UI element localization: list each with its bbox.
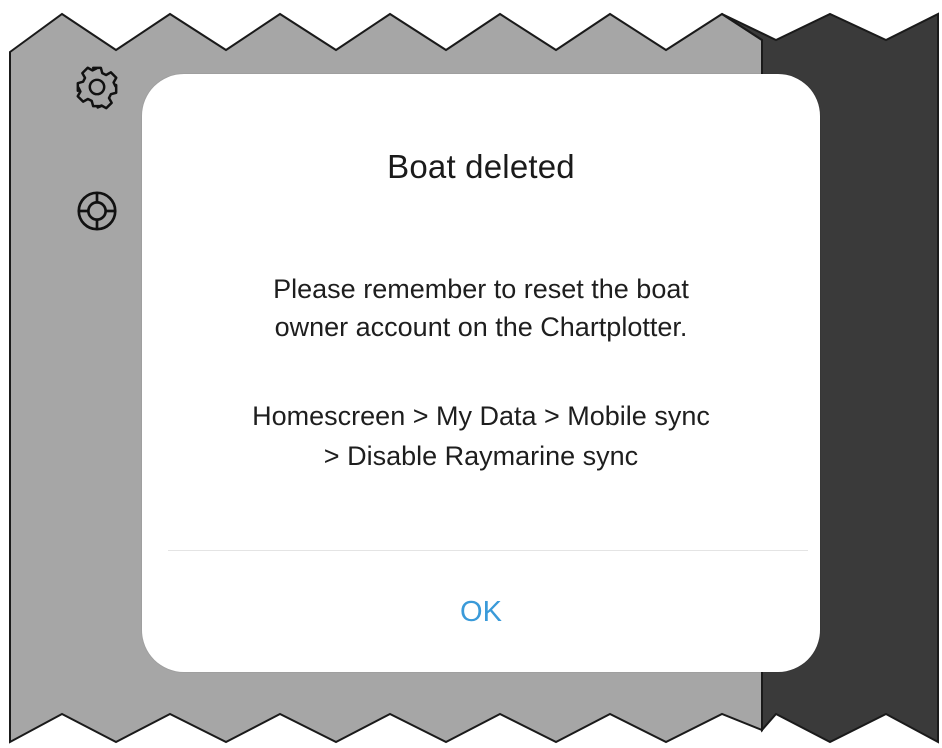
dialog-title: Boat deleted: [387, 148, 575, 185]
ok-button[interactable]: OK: [142, 552, 820, 672]
dialog-message-line-2: owner account on the Chartplotter.: [274, 312, 688, 342]
alert-dialog: Boat deleted Please remember to reset th…: [142, 74, 820, 672]
dialog-path-line-1: Homescreen > My Data > Mobile sync: [252, 401, 710, 431]
dialog-message-line-1: Please remember to reset the boat: [273, 274, 689, 304]
dialog-divider: [168, 550, 808, 551]
dialog-message: Please remember to reset the boat owner …: [172, 270, 790, 346]
lifebuoy-icon[interactable]: [74, 188, 120, 234]
dialog-path-line-2: > Disable Raymarine sync: [323, 441, 639, 471]
gear-icon[interactable]: [74, 64, 120, 110]
screenshot-canvas: Boat deleted Please remember to reset th…: [0, 0, 942, 748]
dialog-navigation-path: Homescreen > My Data > Mobile sync > Dis…: [162, 396, 800, 476]
